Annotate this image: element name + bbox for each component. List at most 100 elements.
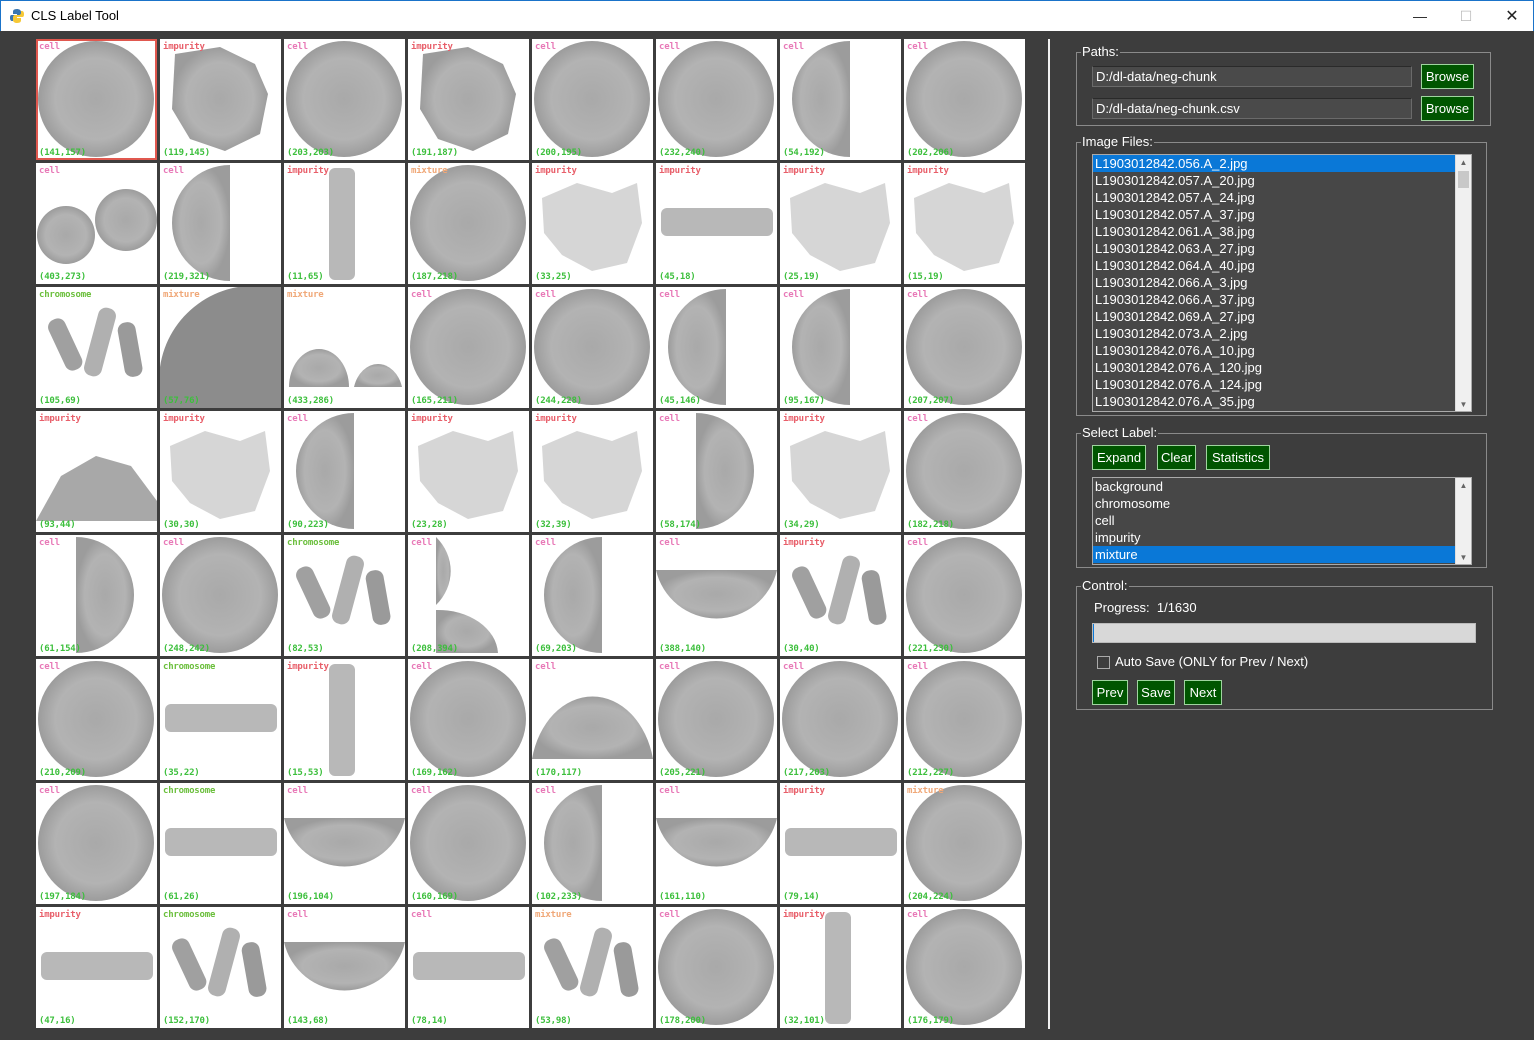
image-tile[interactable]: impurity (25,19)	[780, 163, 901, 284]
image-tile[interactable]: impurity (15,53)	[284, 659, 405, 780]
browse-dir-button[interactable]: Browse	[1421, 64, 1474, 89]
scroll-down-icon[interactable]: ▼	[1456, 550, 1471, 564]
image-tile[interactable]: mixture (57,76)	[160, 287, 281, 408]
image-tile[interactable]: cell (221,230)	[904, 535, 1025, 656]
file-list-item[interactable]: L1903012842.076.A_35.jpg	[1093, 393, 1455, 410]
image-tile[interactable]: cell (248,242)	[160, 535, 281, 656]
next-button[interactable]: Next	[1184, 680, 1222, 705]
image-tile[interactable]: cell (143,68)	[284, 907, 405, 1028]
prev-button[interactable]: Prev	[1092, 680, 1128, 705]
image-tile[interactable]: cell (217,203)	[780, 659, 901, 780]
image-dir-field[interactable]: D:/dl-data/neg-chunk	[1092, 66, 1412, 87]
file-list-item[interactable]: L1903012842.073.A_2.jpg	[1093, 325, 1455, 342]
image-tile[interactable]: cell (205,221)	[656, 659, 777, 780]
save-button[interactable]: Save	[1137, 680, 1175, 705]
file-list-item[interactable]: L1903012842.076.A_124.jpg	[1093, 376, 1455, 393]
image-tile[interactable]: cell (58,174)	[656, 411, 777, 532]
image-tile[interactable]: cell (169,162)	[408, 659, 529, 780]
label-list-item[interactable]: impurity	[1093, 529, 1455, 546]
file-list-item[interactable]: L1903012842.076.A_120.jpg	[1093, 359, 1455, 376]
image-tile[interactable]: mixture (187,218)	[408, 163, 529, 284]
image-tile[interactable]: impurity (47,16)	[36, 907, 157, 1028]
image-tile[interactable]: cell (388,140)	[656, 535, 777, 656]
minimize-button[interactable]: —	[1397, 1, 1443, 31]
autosave-checkbox[interactable]	[1097, 656, 1110, 669]
image-tile[interactable]: impurity (79,14)	[780, 783, 901, 904]
autosave-label[interactable]: Auto Save (ONLY for Prev / Next)	[1115, 654, 1308, 669]
file-list-item[interactable]: L1903012842.064.A_40.jpg	[1093, 257, 1455, 274]
image-tile[interactable]: cell (45,146)	[656, 287, 777, 408]
expand-button[interactable]: Expand	[1092, 445, 1146, 470]
image-tile[interactable]: cell (95,167)	[780, 287, 901, 408]
image-tile[interactable]: cell (69,203)	[532, 535, 653, 656]
label-list[interactable]: background chromosome cell impurity mixture …	[1092, 477, 1472, 565]
image-tile[interactable]: cell (232,240)	[656, 39, 777, 160]
label-list-item[interactable]: mixture	[1093, 546, 1455, 563]
image-tile[interactable]: impurity (30,30)	[160, 411, 281, 532]
image-tile[interactable]: cell (161,110)	[656, 783, 777, 904]
image-tile[interactable]: impurity (191,187)	[408, 39, 529, 160]
image-tile[interactable]: mixture (53,98)	[532, 907, 653, 1028]
file-list-item[interactable]: L1903012842.066.A_3.jpg	[1093, 274, 1455, 291]
image-tile[interactable]: chromosome (82,53)	[284, 535, 405, 656]
image-tile[interactable]: impurity (34,29)	[780, 411, 901, 532]
image-tile[interactable]: cell (102,233)	[532, 783, 653, 904]
file-list-item[interactable]: L1903012842.066.A_37.jpg	[1093, 291, 1455, 308]
image-tile[interactable]: impurity (11,65)	[284, 163, 405, 284]
image-tile[interactable]: mixture (204,224)	[904, 783, 1025, 904]
image-tile[interactable]: cell (212,227)	[904, 659, 1025, 780]
image-tile[interactable]: impurity (45,18)	[656, 163, 777, 284]
file-list-item[interactable]: L1903012842.069.A_27.jpg	[1093, 308, 1455, 325]
image-tile[interactable]: impurity (119,145)	[160, 39, 281, 160]
browse-csv-button[interactable]: Browse	[1421, 96, 1474, 121]
file-list-item[interactable]: L1903012842.063.A_27.jpg	[1093, 240, 1455, 257]
file-list-item[interactable]: L1903012842.076.A_10.jpg	[1093, 342, 1455, 359]
image-tile[interactable]: cell (182,218)	[904, 411, 1025, 532]
image-tile[interactable]: cell (202,206)	[904, 39, 1025, 160]
image-tile[interactable]: impurity (32,39)	[532, 411, 653, 532]
image-tile[interactable]: impurity (30,40)	[780, 535, 901, 656]
maximize-button[interactable]: ☐	[1443, 1, 1489, 31]
clear-button[interactable]: Clear	[1157, 445, 1196, 470]
image-tile[interactable]: impurity (32,101)	[780, 907, 901, 1028]
file-list-scroll-thumb[interactable]	[1458, 171, 1469, 188]
image-tile[interactable]: cell (176,179)	[904, 907, 1025, 1028]
image-tile[interactable]: cell (90,223)	[284, 411, 405, 532]
statistics-button[interactable]: Statistics	[1206, 445, 1270, 470]
scroll-up-icon[interactable]: ▲	[1456, 155, 1471, 169]
image-tile[interactable]: cell (160,169)	[408, 783, 529, 904]
image-tile[interactable]: cell (178,200)	[656, 907, 777, 1028]
image-tile[interactable]: cell (61,154)	[36, 535, 157, 656]
scroll-down-icon[interactable]: ▼	[1456, 397, 1471, 411]
image-tile[interactable]: impurity (33,25)	[532, 163, 653, 284]
file-list-scrollbar[interactable]: ▲ ▼	[1455, 155, 1471, 411]
image-tile[interactable]: cell (403,273)	[36, 163, 157, 284]
file-list-item[interactable]: L1903012842.056.A_2.jpg	[1093, 155, 1455, 172]
close-button[interactable]: ✕	[1489, 1, 1534, 31]
image-file-list[interactable]: L1903012842.056.A_2.jpg L1903012842.057.A…	[1092, 154, 1472, 412]
image-tile[interactable]: chromosome (35,22)	[160, 659, 281, 780]
image-tile[interactable]: chromosome (105,69)	[36, 287, 157, 408]
image-tile[interactable]: chromosome (61,26)	[160, 783, 281, 904]
image-tile[interactable]: chromosome (152,170)	[160, 907, 281, 1028]
image-tile[interactable]: cell (78,14)	[408, 907, 529, 1028]
file-list-item[interactable]: L1903012842.061.A_38.jpg	[1093, 223, 1455, 240]
image-tile[interactable]: cell (207,207)	[904, 287, 1025, 408]
file-list-item[interactable]: L1903012842.057.A_37.jpg	[1093, 206, 1455, 223]
label-list-scrollbar[interactable]: ▲ ▼	[1455, 478, 1471, 564]
image-tile[interactable]: mixture (433,286)	[284, 287, 405, 408]
panel-divider[interactable]	[1048, 39, 1050, 1029]
image-tile[interactable]: cell (197,184)	[36, 783, 157, 904]
image-tile[interactable]: cell (200,195)	[532, 39, 653, 160]
csv-path-field[interactable]: D:/dl-data/neg-chunk.csv	[1092, 98, 1412, 119]
image-tile[interactable]: cell (54,192)	[780, 39, 901, 160]
image-tile[interactable]: impurity (15,19)	[904, 163, 1025, 284]
label-list-item[interactable]: chromosome	[1093, 495, 1455, 512]
image-tile[interactable]: cell (170,117)	[532, 659, 653, 780]
scroll-up-icon[interactable]: ▲	[1456, 478, 1471, 492]
image-tile[interactable]: cell (196,104)	[284, 783, 405, 904]
image-tile[interactable]: cell (210,209)	[36, 659, 157, 780]
image-tile[interactable]: impurity (93,44)	[36, 411, 157, 532]
label-list-item[interactable]: background	[1093, 478, 1455, 495]
file-list-item[interactable]: L1903012842.057.A_24.jpg	[1093, 189, 1455, 206]
